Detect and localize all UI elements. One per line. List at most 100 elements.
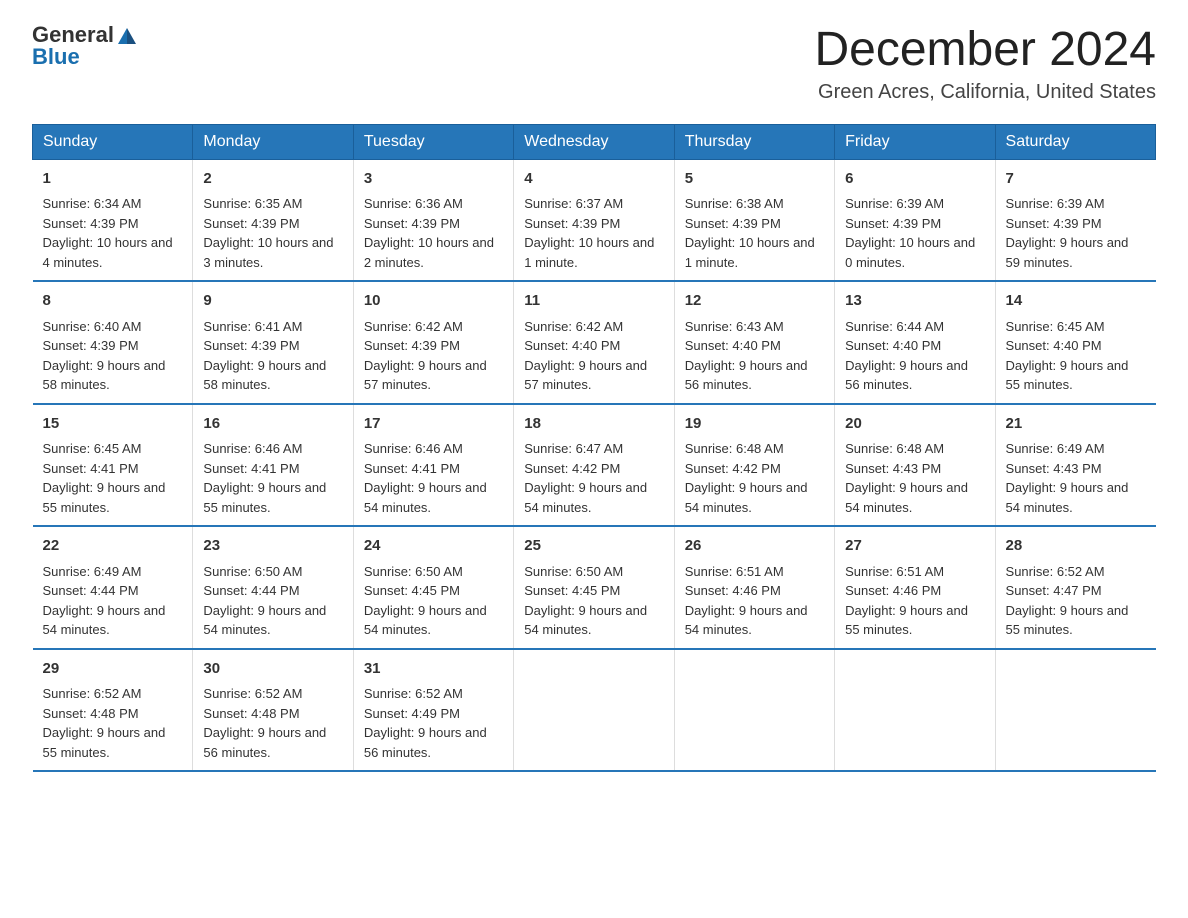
day-number: 30 — [203, 658, 342, 681]
day-number: 9 — [203, 290, 342, 313]
day-number: 4 — [524, 168, 663, 191]
calendar-week-row: 15 Sunrise: 6:45 AMSunset: 4:41 PMDaylig… — [33, 404, 1156, 527]
day-info: Sunrise: 6:41 AMSunset: 4:39 PMDaylight:… — [203, 319, 326, 393]
day-number: 13 — [845, 290, 984, 313]
day-info: Sunrise: 6:45 AMSunset: 4:41 PMDaylight:… — [43, 441, 166, 515]
day-number: 14 — [1006, 290, 1146, 313]
weekday-header: Friday — [835, 124, 995, 159]
calendar-cell: 16 Sunrise: 6:46 AMSunset: 4:41 PMDaylig… — [193, 404, 353, 527]
calendar-cell: 8 Sunrise: 6:40 AMSunset: 4:39 PMDayligh… — [33, 281, 193, 404]
calendar-cell: 5 Sunrise: 6:38 AMSunset: 4:39 PMDayligh… — [674, 159, 834, 281]
calendar-cell — [674, 649, 834, 772]
day-info: Sunrise: 6:52 AMSunset: 4:48 PMDaylight:… — [43, 686, 166, 760]
calendar-week-row: 29 Sunrise: 6:52 AMSunset: 4:48 PMDaylig… — [33, 649, 1156, 772]
calendar-cell: 3 Sunrise: 6:36 AMSunset: 4:39 PMDayligh… — [353, 159, 513, 281]
day-info: Sunrise: 6:49 AMSunset: 4:44 PMDaylight:… — [43, 564, 166, 638]
day-number: 12 — [685, 290, 824, 313]
location-title: Green Acres, California, United States — [814, 81, 1156, 104]
calendar-cell: 1 Sunrise: 6:34 AMSunset: 4:39 PMDayligh… — [33, 159, 193, 281]
day-info: Sunrise: 6:48 AMSunset: 4:42 PMDaylight:… — [685, 441, 808, 515]
calendar-cell: 30 Sunrise: 6:52 AMSunset: 4:48 PMDaylig… — [193, 649, 353, 772]
day-number: 25 — [524, 535, 663, 558]
day-info: Sunrise: 6:39 AMSunset: 4:39 PMDaylight:… — [1006, 196, 1129, 270]
day-info: Sunrise: 6:47 AMSunset: 4:42 PMDaylight:… — [524, 441, 647, 515]
day-info: Sunrise: 6:46 AMSunset: 4:41 PMDaylight:… — [203, 441, 326, 515]
day-number: 21 — [1006, 413, 1146, 436]
calendar-cell: 28 Sunrise: 6:52 AMSunset: 4:47 PMDaylig… — [995, 526, 1155, 649]
weekday-header: Sunday — [33, 124, 193, 159]
calendar-week-row: 8 Sunrise: 6:40 AMSunset: 4:39 PMDayligh… — [33, 281, 1156, 404]
day-number: 11 — [524, 290, 663, 313]
day-number: 20 — [845, 413, 984, 436]
calendar-cell: 27 Sunrise: 6:51 AMSunset: 4:46 PMDaylig… — [835, 526, 995, 649]
weekday-header: Saturday — [995, 124, 1155, 159]
day-number: 19 — [685, 413, 824, 436]
calendar-cell: 24 Sunrise: 6:50 AMSunset: 4:45 PMDaylig… — [353, 526, 513, 649]
day-number: 10 — [364, 290, 503, 313]
day-info: Sunrise: 6:35 AMSunset: 4:39 PMDaylight:… — [203, 196, 333, 270]
calendar-cell: 12 Sunrise: 6:43 AMSunset: 4:40 PMDaylig… — [674, 281, 834, 404]
calendar-cell: 10 Sunrise: 6:42 AMSunset: 4:39 PMDaylig… — [353, 281, 513, 404]
calendar-cell: 14 Sunrise: 6:45 AMSunset: 4:40 PMDaylig… — [995, 281, 1155, 404]
day-number: 7 — [1006, 168, 1146, 191]
day-info: Sunrise: 6:50 AMSunset: 4:45 PMDaylight:… — [524, 564, 647, 638]
day-info: Sunrise: 6:42 AMSunset: 4:40 PMDaylight:… — [524, 319, 647, 393]
day-info: Sunrise: 6:36 AMSunset: 4:39 PMDaylight:… — [364, 196, 494, 270]
calendar-cell: 23 Sunrise: 6:50 AMSunset: 4:44 PMDaylig… — [193, 526, 353, 649]
day-info: Sunrise: 6:42 AMSunset: 4:39 PMDaylight:… — [364, 319, 487, 393]
calendar-cell: 18 Sunrise: 6:47 AMSunset: 4:42 PMDaylig… — [514, 404, 674, 527]
calendar-cell: 4 Sunrise: 6:37 AMSunset: 4:39 PMDayligh… — [514, 159, 674, 281]
calendar-cell: 29 Sunrise: 6:52 AMSunset: 4:48 PMDaylig… — [33, 649, 193, 772]
day-number: 16 — [203, 413, 342, 436]
day-info: Sunrise: 6:34 AMSunset: 4:39 PMDaylight:… — [43, 196, 173, 270]
calendar-cell: 17 Sunrise: 6:46 AMSunset: 4:41 PMDaylig… — [353, 404, 513, 527]
calendar-cell: 26 Sunrise: 6:51 AMSunset: 4:46 PMDaylig… — [674, 526, 834, 649]
day-info: Sunrise: 6:52 AMSunset: 4:47 PMDaylight:… — [1006, 564, 1129, 638]
weekday-header: Tuesday — [353, 124, 513, 159]
calendar-cell — [995, 649, 1155, 772]
calendar-cell: 7 Sunrise: 6:39 AMSunset: 4:39 PMDayligh… — [995, 159, 1155, 281]
page-header: General Blue December 2024 Green Acres, … — [32, 24, 1156, 104]
day-info: Sunrise: 6:52 AMSunset: 4:48 PMDaylight:… — [203, 686, 326, 760]
day-number: 2 — [203, 168, 342, 191]
day-info: Sunrise: 6:40 AMSunset: 4:39 PMDaylight:… — [43, 319, 166, 393]
day-info: Sunrise: 6:39 AMSunset: 4:39 PMDaylight:… — [845, 196, 975, 270]
calendar-week-row: 1 Sunrise: 6:34 AMSunset: 4:39 PMDayligh… — [33, 159, 1156, 281]
day-info: Sunrise: 6:46 AMSunset: 4:41 PMDaylight:… — [364, 441, 487, 515]
day-number: 5 — [685, 168, 824, 191]
calendar-cell: 21 Sunrise: 6:49 AMSunset: 4:43 PMDaylig… — [995, 404, 1155, 527]
day-number: 1 — [43, 168, 183, 191]
day-number: 24 — [364, 535, 503, 558]
calendar-body: 1 Sunrise: 6:34 AMSunset: 4:39 PMDayligh… — [33, 159, 1156, 771]
day-info: Sunrise: 6:43 AMSunset: 4:40 PMDaylight:… — [685, 319, 808, 393]
day-number: 15 — [43, 413, 183, 436]
day-info: Sunrise: 6:44 AMSunset: 4:40 PMDaylight:… — [845, 319, 968, 393]
day-number: 17 — [364, 413, 503, 436]
day-number: 29 — [43, 658, 183, 681]
month-title: December 2024 — [814, 24, 1156, 77]
day-info: Sunrise: 6:49 AMSunset: 4:43 PMDaylight:… — [1006, 441, 1129, 515]
day-info: Sunrise: 6:38 AMSunset: 4:39 PMDaylight:… — [685, 196, 815, 270]
weekday-header: Thursday — [674, 124, 834, 159]
logo-blue-text: Blue — [32, 44, 80, 69]
day-number: 28 — [1006, 535, 1146, 558]
calendar-cell: 6 Sunrise: 6:39 AMSunset: 4:39 PMDayligh… — [835, 159, 995, 281]
day-number: 22 — [43, 535, 183, 558]
day-info: Sunrise: 6:51 AMSunset: 4:46 PMDaylight:… — [685, 564, 808, 638]
title-block: December 2024 Green Acres, California, U… — [814, 24, 1156, 104]
day-number: 27 — [845, 535, 984, 558]
day-info: Sunrise: 6:52 AMSunset: 4:49 PMDaylight:… — [364, 686, 487, 760]
day-info: Sunrise: 6:48 AMSunset: 4:43 PMDaylight:… — [845, 441, 968, 515]
calendar-header: SundayMondayTuesdayWednesdayThursdayFrid… — [33, 124, 1156, 159]
calendar-table: SundayMondayTuesdayWednesdayThursdayFrid… — [32, 124, 1156, 773]
calendar-cell — [514, 649, 674, 772]
day-number: 6 — [845, 168, 984, 191]
calendar-cell: 25 Sunrise: 6:50 AMSunset: 4:45 PMDaylig… — [514, 526, 674, 649]
weekday-header: Wednesday — [514, 124, 674, 159]
calendar-cell — [835, 649, 995, 772]
day-info: Sunrise: 6:50 AMSunset: 4:45 PMDaylight:… — [364, 564, 487, 638]
day-info: Sunrise: 6:51 AMSunset: 4:46 PMDaylight:… — [845, 564, 968, 638]
day-info: Sunrise: 6:45 AMSunset: 4:40 PMDaylight:… — [1006, 319, 1129, 393]
calendar-cell: 15 Sunrise: 6:45 AMSunset: 4:41 PMDaylig… — [33, 404, 193, 527]
calendar-cell: 2 Sunrise: 6:35 AMSunset: 4:39 PMDayligh… — [193, 159, 353, 281]
